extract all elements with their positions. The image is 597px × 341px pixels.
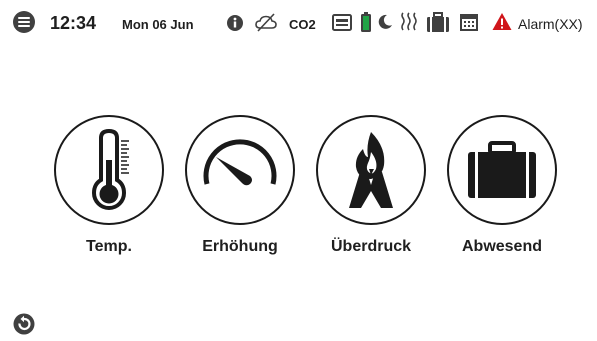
calendar-icon [460,14,478,31]
alarm-label[interactable]: Alarm(XX) [518,17,583,31]
battery-icon [361,12,371,32]
tile-overpressure-button[interactable] [316,115,426,225]
gauge-icon [203,139,277,186]
tile-overpressure-label: Überdruck [330,238,412,255]
tile-away-label: Abwesend [461,238,542,255]
menu-icon[interactable] [13,11,35,33]
status-bar: 12:34 Mon 06 Jun CO2 Alarm(XX) [0,0,597,46]
tile-boost-label: Erhöhung [202,238,278,255]
fireplace-icon [349,132,393,208]
clock-date: Mon 06 Jun [122,17,194,32]
tile-boost-button[interactable] [185,115,295,225]
warning-icon[interactable] [492,12,512,31]
tile-temp-button[interactable] [54,115,164,225]
info-icon[interactable] [226,14,244,32]
suitcase-icon [468,141,536,198]
tile-away-button[interactable] [447,115,557,225]
suitcase-icon [427,12,449,32]
clock-time: 12:34 [50,13,97,33]
heating-icon [401,12,417,31]
night-moon-icon [378,14,392,29]
no-cloud-icon [255,13,277,32]
co2-indicator: CO2 [289,17,316,32]
display-icon [332,14,352,31]
tile-temp-label: Temp. [86,238,132,255]
back-arrow-icon[interactable] [13,313,35,335]
thermometer-icon [91,128,129,210]
